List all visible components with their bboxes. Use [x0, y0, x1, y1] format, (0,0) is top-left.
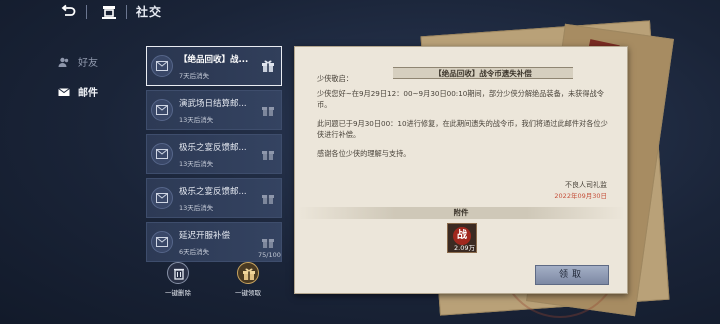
divider: [86, 5, 87, 19]
mail-date: 2022年09月30日: [554, 192, 607, 200]
mail-paragraph: 此问题已于9月30日00：10进行修复，在此期间遗失的战令币，我们将通过此邮件对…: [317, 119, 608, 139]
mail-expiry: 13天后消失: [179, 160, 214, 168]
nav-item-friends[interactable]: 好友: [58, 54, 98, 69]
mail-subject: 【绝品回收】战...: [179, 55, 249, 65]
mail-subject: 极乐之宴反馈邮...: [179, 143, 247, 153]
mail-counter: 75/100: [258, 251, 281, 259]
nav-item-mail[interactable]: 邮件: [58, 84, 98, 99]
divider: [126, 5, 127, 19]
page-title: 社交: [136, 5, 163, 19]
mail-subject: 延迟开服补偿: [179, 231, 231, 241]
mail-list-item[interactable]: 演武场日结算邮... 13天后消失: [146, 90, 282, 130]
gift-icon: [262, 60, 274, 72]
delete-all-button[interactable]: 一键删除: [158, 262, 198, 297]
mail-expiry: 13天后消失: [179, 116, 214, 124]
mail-subject: 演武场日结算邮...: [179, 99, 247, 109]
mail-list-item[interactable]: 极乐之宴反馈邮... 13天后消失: [146, 134, 282, 174]
attachment-header: 附件: [297, 207, 625, 219]
mail-expiry: 6天后消失: [179, 248, 210, 256]
mail-content-panel: 【绝品回收】战令币遗失补偿 少侠敬启： 少侠您好~在9月29日12：00~9月3…: [294, 46, 628, 294]
friends-icon: [58, 57, 69, 67]
envelope-icon: [151, 187, 173, 209]
mail-subject: 极乐之宴反馈邮...: [179, 187, 247, 197]
envelope-icon: [151, 99, 173, 121]
claim-all-label: 一键领取: [235, 289, 261, 297]
mail-icon: [58, 87, 70, 96]
envelope-icon: [151, 231, 173, 253]
envelope-icon: [151, 143, 173, 165]
gift-icon: [237, 262, 259, 284]
mail-expiry: 13天后消失: [179, 204, 214, 212]
trash-icon: [167, 262, 189, 284]
gift-icon: [262, 195, 274, 204]
mail-body: 少侠敬启： 少侠您好~在9月29日12：00~9月30日00:10期间，部分少侠…: [317, 73, 613, 167]
home-icon[interactable]: [100, 3, 118, 21]
mail-expiry: 7天后消失: [179, 72, 210, 80]
delete-all-label: 一键删除: [165, 289, 191, 297]
attachment-quantity: 2.09万: [454, 244, 475, 252]
mail-paragraph: 少侠您好~在9月29日12：00~9月30日00:10期间，部分少侠分解绝品装备…: [317, 89, 604, 109]
envelope-icon: [151, 55, 173, 77]
claim-all-button[interactable]: 一键领取: [228, 262, 268, 297]
attachment-item[interactable]: 战 2.09万: [447, 223, 477, 253]
gift-icon: [262, 107, 274, 116]
gift-icon: [262, 151, 274, 160]
mail-signature: 不良人司礼监: [565, 181, 607, 189]
mail-list-item[interactable]: 【绝品回收】战... 7天后消失: [146, 46, 282, 86]
gift-icon: [262, 239, 274, 248]
top-bar: 社交: [0, 0, 720, 24]
mail-list-item[interactable]: 极乐之宴反馈邮... 13天后消失: [146, 178, 282, 218]
claim-button[interactable]: 领取: [535, 265, 609, 285]
mail-greeting: 少侠敬启：: [317, 74, 353, 83]
back-arrow-icon[interactable]: [60, 4, 76, 20]
nav-item-label: 邮件: [78, 88, 98, 99]
mail-paragraph: 感谢各位少侠的理解与支持。: [317, 149, 411, 158]
nav-item-label: 好友: [78, 58, 98, 69]
